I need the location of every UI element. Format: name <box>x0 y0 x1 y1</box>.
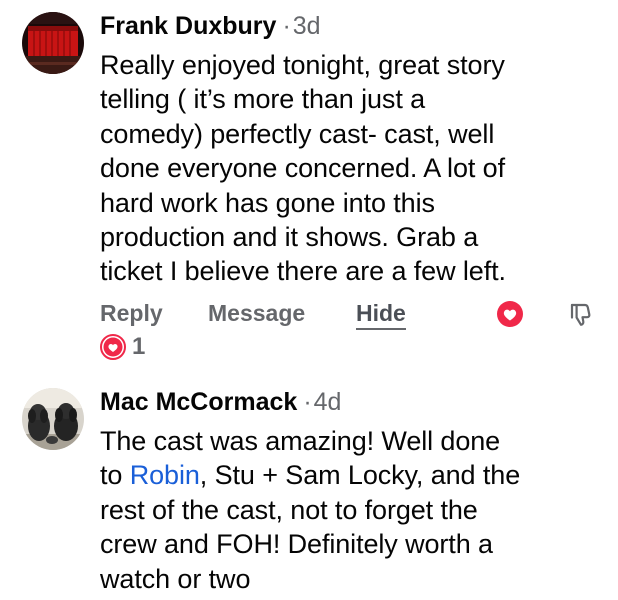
love-react-icon[interactable] <box>496 300 524 328</box>
comment-actions: Reply Message Hide <box>100 296 604 336</box>
comment-header: Frank Duxbury ·3d <box>100 10 604 42</box>
author-name[interactable]: Frank Duxbury <box>100 12 276 40</box>
author-name[interactable]: Mac McCormack <box>100 388 297 416</box>
comment-header: Mac McCormack ·4d <box>100 386 604 418</box>
timestamp[interactable]: 4d <box>314 388 342 416</box>
separator-dot: · <box>303 388 312 416</box>
love-reaction-icon <box>100 334 126 360</box>
comment-text: Really enjoyed tonight, great story tell… <box>100 50 506 287</box>
reply-button[interactable]: Reply <box>100 300 163 327</box>
message-button[interactable]: Message <box>208 300 305 327</box>
comment-text: The cast was amazing! Well done to Robin… <box>100 424 604 596</box>
avatar-dogs[interactable] <box>22 388 84 450</box>
separator-dot: · <box>282 12 291 40</box>
mention-link[interactable]: Robin <box>130 460 200 490</box>
thumbs-down-icon[interactable] <box>566 301 594 329</box>
comment-body: Frank Duxbury ·3d Really enjoyed tonight,… <box>100 10 604 289</box>
hide-button[interactable]: Hide <box>356 300 406 330</box>
avatar-theater-curtain[interactable] <box>22 12 84 74</box>
timestamp[interactable]: 3d <box>293 12 321 40</box>
comment-body: Mac McCormack ·4d The cast was amazing! W… <box>100 386 604 596</box>
reaction-count: 1 <box>132 333 146 360</box>
